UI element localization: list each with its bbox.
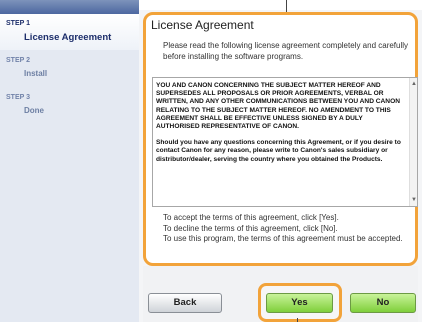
main-top-strip [139, 0, 422, 10]
instruction-requirement: To use this program, the terms of this a… [163, 234, 403, 243]
license-text-content: YOU AND CANON CONCERNING THE SUBJECT MAT… [156, 82, 404, 172]
license-paragraph: Should you have any questions concerning… [156, 139, 401, 163]
license-scrollbar[interactable]: ▲ ▼ [409, 78, 417, 206]
step-3-label: Done [24, 106, 44, 115]
scroll-up-arrow-icon[interactable]: ▲ [410, 80, 418, 88]
license-title: License Agreement [151, 18, 254, 32]
step-2-number: STEP 2 [6, 57, 30, 64]
step-sidebar: STEP 1 License Agreement STEP 2 Install … [0, 0, 139, 322]
callout-pointer-bottom [297, 318, 298, 322]
instruction-accept: To accept the terms of this agreement, c… [163, 213, 339, 222]
scroll-down-arrow-icon[interactable]: ▼ [410, 196, 418, 204]
license-intro-text: Please read the following license agreem… [163, 41, 409, 61]
license-paragraph: YOU AND CANON CONCERNING THE SUBJECT MAT… [156, 82, 400, 131]
back-button[interactable]: Back [148, 293, 222, 313]
license-text-area[interactable]: YOU AND CANON CONCERNING THE SUBJECT MAT… [152, 77, 418, 207]
license-instructions: To accept the terms of this agreement, c… [163, 213, 413, 245]
no-button[interactable]: No [350, 293, 416, 313]
installer-window: STEP 1 License Agreement STEP 2 Install … [0, 0, 422, 322]
sidebar-header-bar [0, 0, 139, 14]
step-3-number: STEP 3 [6, 94, 30, 101]
yes-button[interactable]: Yes [266, 293, 333, 313]
instruction-decline: To decline the terms of this agreement, … [163, 223, 338, 233]
step-2-label: Install [24, 69, 48, 78]
step-1-label: License Agreement [24, 32, 112, 43]
callout-pointer-top [286, 0, 287, 12]
step-1-number: STEP 1 [6, 20, 30, 27]
